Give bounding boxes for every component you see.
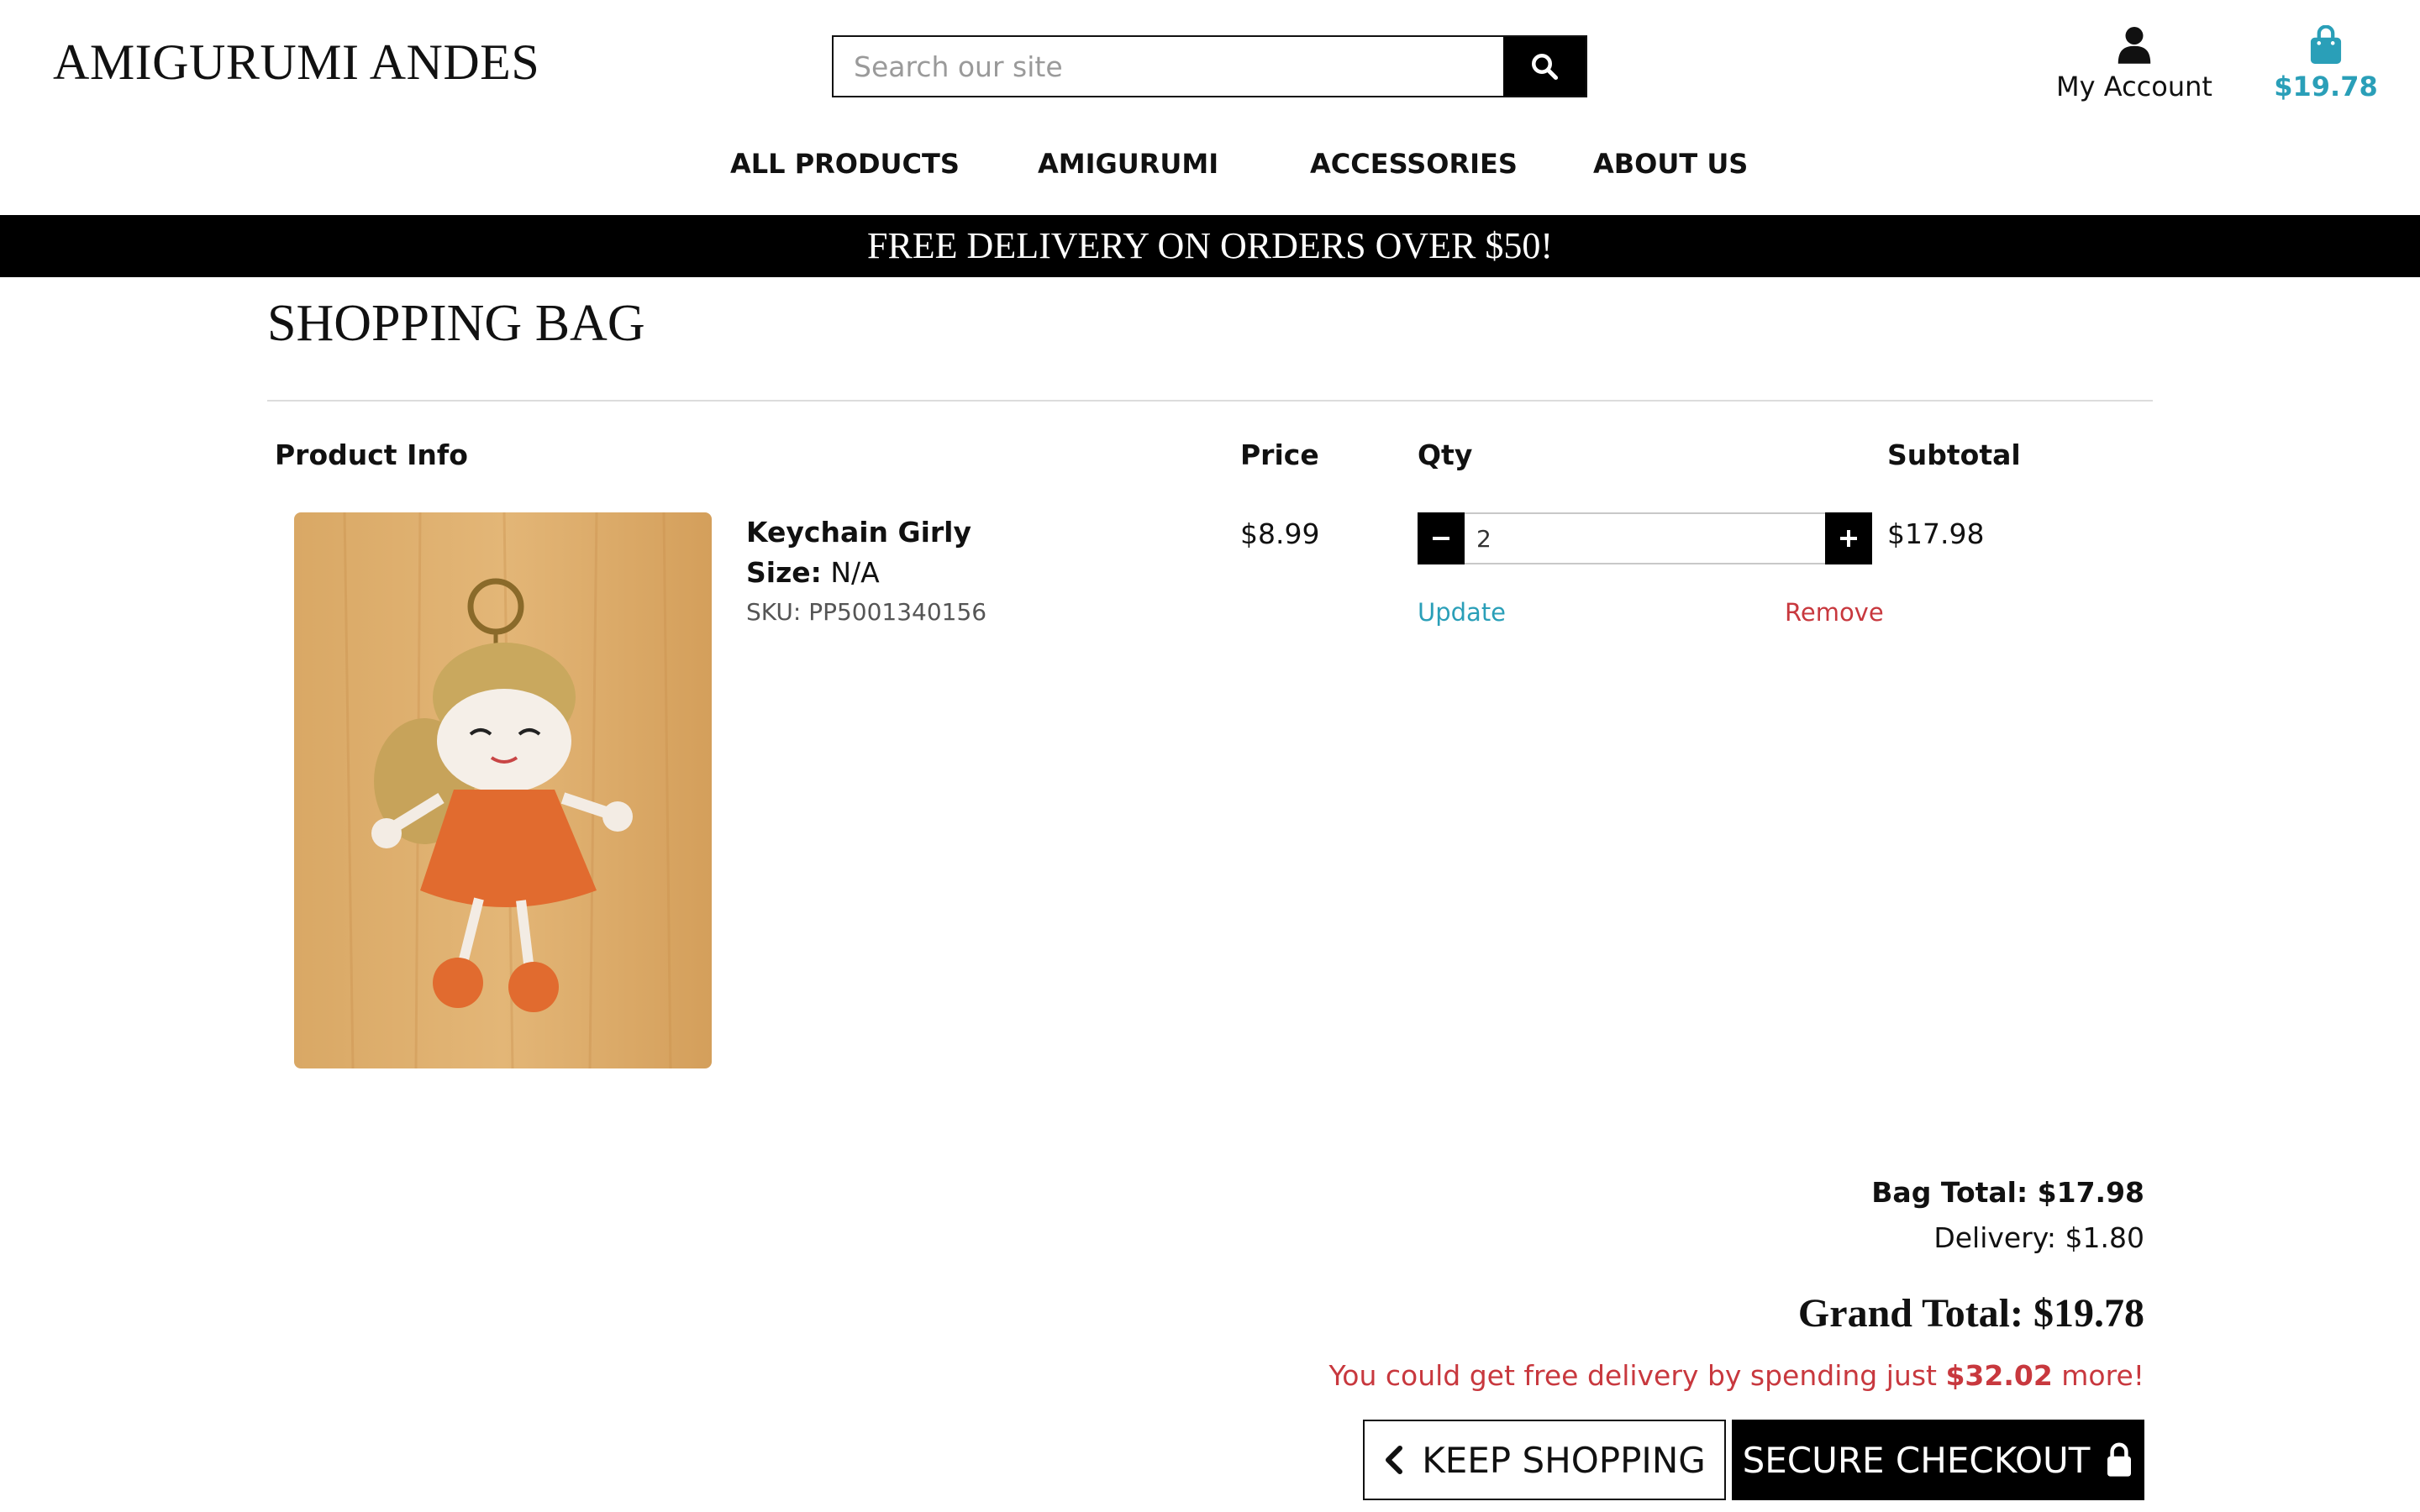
lock-icon (2107, 1442, 2132, 1477)
product-image[interactable] (294, 512, 712, 1068)
quantity-stepper (1418, 512, 1872, 564)
main-nav: ALL PRODUCTS AMIGURUMI ACCESSORIES ABOUT… (0, 148, 2420, 186)
nav-all-products[interactable]: ALL PRODUCTS (730, 148, 960, 180)
bag-total-amount: $19.78 (2274, 71, 2378, 102)
qty-increment-button[interactable] (1825, 512, 1872, 564)
delivery-cost: Delivery: $1.80 (1933, 1221, 2144, 1254)
search-input[interactable] (834, 37, 1503, 96)
qty-decrement-button[interactable] (1418, 512, 1465, 564)
my-account-link[interactable]: My Account (2050, 25, 2218, 102)
nav-amigurumi[interactable]: AMIGURUMI (1038, 148, 1218, 180)
size-value: N/A (830, 556, 880, 589)
search-icon (1532, 54, 1559, 81)
bag-total: Bag Total: $17.98 (1871, 1176, 2144, 1209)
free-msg-suffix: more! (2052, 1359, 2144, 1392)
free-delivery-banner: FREE DELIVERY ON ORDERS OVER $50! (0, 215, 2420, 277)
keep-shopping-button[interactable]: KEEP SHOPPING (1363, 1420, 1726, 1500)
product-name[interactable]: Keychain Girly (746, 516, 971, 549)
search-button[interactable] (1503, 37, 1586, 96)
product-sku: SKU: PP5001340156 (746, 598, 987, 626)
minus-icon (1433, 537, 1449, 540)
update-link[interactable]: Update (1418, 598, 1506, 627)
site-brand[interactable]: AMIGURUMI ANDES (53, 34, 539, 92)
free-msg-amount: $32.02 (1945, 1359, 2053, 1392)
divider (267, 400, 2153, 402)
shopping-bag-icon (2310, 24, 2342, 64)
header-qty: Qty (1418, 438, 1473, 471)
product-size: Size: N/A (746, 556, 880, 589)
header-product-info: Product Info (275, 438, 468, 471)
size-label: Size: (746, 556, 822, 589)
chevron-left-icon (1386, 1446, 1403, 1474)
search-bar (832, 35, 1587, 97)
header-price: Price (1240, 438, 1319, 471)
secure-checkout-button[interactable]: SECURE CHECKOUT (1732, 1420, 2144, 1500)
page-title: SHOPPING BAG (267, 295, 645, 352)
free-msg-prefix: You could get free delivery by spending … (1328, 1359, 1946, 1392)
keep-shopping-label: KEEP SHOPPING (1422, 1439, 1706, 1481)
free-delivery-message: You could get free delivery by spending … (1328, 1359, 2144, 1392)
crochet-doll-keychain-photo (294, 512, 712, 1068)
grand-total: Grand Total: $19.78 (1797, 1291, 2144, 1336)
user-icon (2118, 27, 2151, 64)
remove-link[interactable]: Remove (1785, 598, 1884, 627)
header-subtotal: Subtotal (1887, 438, 2021, 471)
product-price: $8.99 (1240, 517, 1320, 550)
plus-icon (1840, 530, 1857, 547)
shopping-bag-link[interactable]: $19.78 (2269, 24, 2383, 102)
product-subtotal: $17.98 (1887, 517, 1985, 550)
secure-checkout-label: SECURE CHECKOUT (1742, 1439, 2091, 1481)
quantity-input[interactable] (1465, 512, 1825, 564)
my-account-label: My Account (2056, 71, 2212, 102)
nav-about-us[interactable]: ABOUT US (1593, 148, 1748, 180)
nav-accessories[interactable]: ACCESSORIES (1310, 148, 1518, 180)
